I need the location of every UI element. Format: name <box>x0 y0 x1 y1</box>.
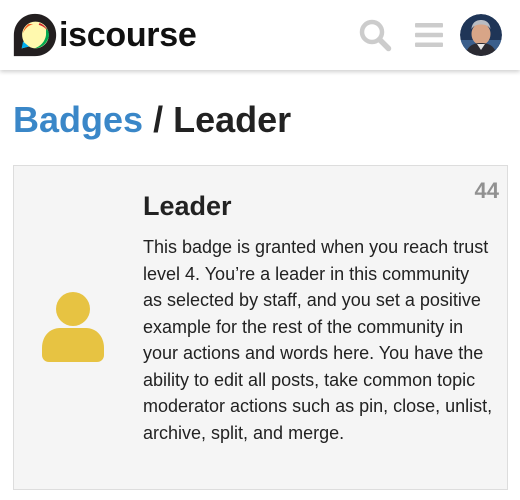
discourse-logo[interactable]: iscourse <box>12 12 197 58</box>
site-header: iscourse <box>0 0 520 70</box>
user-avatar <box>460 14 502 56</box>
discourse-logo-icon <box>13 13 57 57</box>
breadcrumb-separator: / <box>153 99 164 140</box>
badge-description: This badge is granted when you reach tru… <box>143 237 493 443</box>
badge-card: 44 Leader This badge is granted when you… <box>13 165 508 490</box>
page-title: Badges / Leader <box>13 96 291 144</box>
badge-grant-count[interactable]: 44 <box>475 178 499 204</box>
search-button[interactable] <box>358 18 392 52</box>
user-menu-button[interactable] <box>460 14 502 56</box>
badge-name: Leader <box>143 191 232 221</box>
user-icon <box>42 292 104 362</box>
logo-wordmark: iscourse <box>59 16 197 54</box>
search-icon <box>359 19 392 52</box>
hamburger-menu-icon <box>415 23 443 47</box>
header-icons <box>358 14 502 56</box>
breadcrumb-current: Leader <box>173 99 292 140</box>
menu-button[interactable] <box>412 18 446 52</box>
breadcrumb-badges-link[interactable]: Badges <box>13 99 143 140</box>
